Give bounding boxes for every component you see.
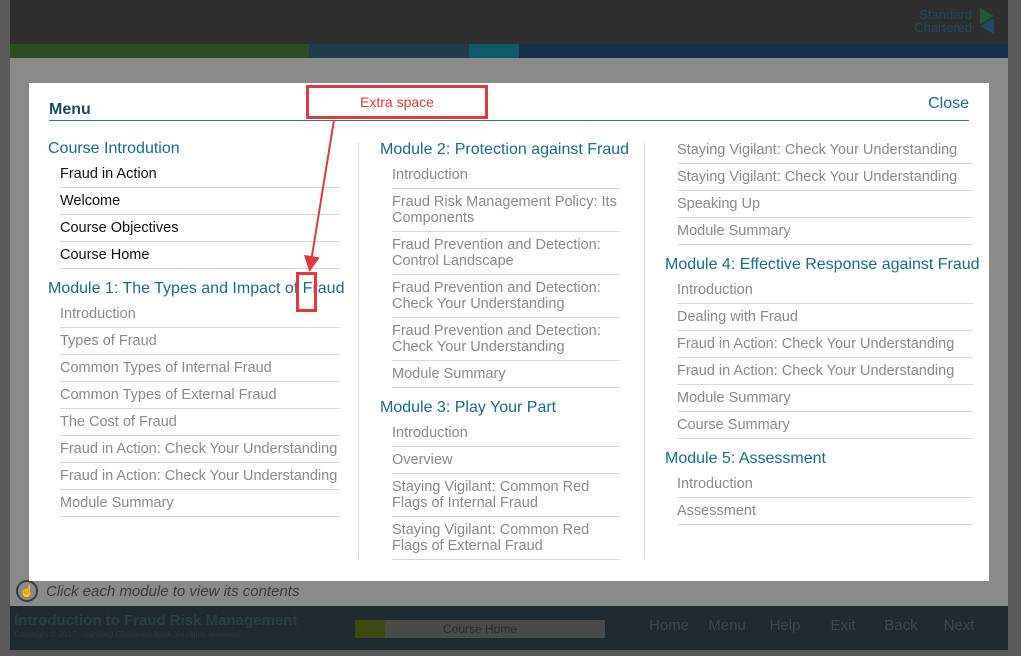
menu-item-dealing-with-fraud[interactable]: Dealing with Fraud: [677, 304, 973, 331]
menu-item-course-summary[interactable]: Course Summary: [677, 412, 973, 439]
menu-item-staying-vigilant-common-red-flags-of-external-fraud[interactable]: Staying Vigilant: Common Red Flags of Ex…: [392, 517, 620, 560]
menu-column-1: Course Introdution Fraud in Action Welcome…: [48, 137, 344, 517]
menu-item-fraud-prevention-and-detection-control-landscape[interactable]: Fraud Prevention and Detection: Control …: [392, 232, 620, 275]
progress-label: Course Home: [442, 622, 518, 636]
menu-divider: [49, 120, 969, 121]
menu-item-module-summary[interactable]: Module Summary: [392, 361, 620, 388]
annotation-highlight-box: [296, 272, 317, 312]
module-heading-module-2-protection-against-fraud[interactable]: Module 2: Protection against Fraud: [380, 138, 629, 162]
app-header: [10, 0, 1008, 44]
menu-item-fraud-prevention-and-detection-check-your-understanding[interactable]: Fraud Prevention and Detection: Check Yo…: [392, 275, 620, 318]
standard-chartered-logo: Standard Chartered: [914, 4, 998, 38]
menu-item-fraud-in-action-check-your-understanding[interactable]: Fraud in Action: Check Your Understandin…: [60, 436, 340, 463]
logo-mark-icon: [980, 8, 994, 34]
nav-help-button[interactable]: Help: [756, 617, 814, 634]
menu-column-3: Staying Vigilant: Check Your Understandi…: [665, 137, 980, 525]
menu-item-course-home[interactable]: Course Home: [60, 242, 340, 269]
menu-column-2: Module 2: Protection against Fraud Introd…: [380, 137, 629, 560]
menu-item-overview[interactable]: Overview: [392, 447, 620, 474]
course-title: Introduction to Fraud Risk Management: [14, 612, 298, 629]
menu-item-fraud-in-action-check-your-understanding[interactable]: Fraud in Action: Check Your Understandin…: [677, 331, 973, 358]
menu-item-introduction[interactable]: Introduction: [677, 277, 973, 304]
module-heading-module-3-play-your-part[interactable]: Module 3: Play Your Part: [380, 396, 629, 420]
menu-item-common-types-of-external-fraud[interactable]: Common Types of External Fraud: [60, 382, 340, 409]
menu-item-speaking-up[interactable]: Speaking Up: [677, 191, 973, 218]
module-heading-module-5-assessment[interactable]: Module 5: Assessment: [665, 447, 980, 471]
menu-item-staying-vigilant-check-your-understanding[interactable]: Staying Vigilant: Check Your Understandi…: [677, 137, 973, 164]
column-separator-2: [644, 143, 645, 559]
column-separator-1: [358, 143, 359, 559]
menu-item-module-summary[interactable]: Module Summary: [677, 218, 973, 245]
menu-item-types-of-fraud[interactable]: Types of Fraud: [60, 328, 340, 355]
logo-line-2: Chartered: [914, 20, 972, 35]
menu-item-fraud-in-action[interactable]: Fraud in Action: [60, 161, 340, 188]
menu-item-introduction[interactable]: Introduction: [677, 471, 973, 498]
menu-item-introduction[interactable]: Introduction: [392, 420, 620, 447]
annotation-callout: Extra space: [306, 85, 488, 119]
menu-item-introduction[interactable]: Introduction: [392, 162, 620, 189]
menu-item-common-types-of-internal-fraud[interactable]: Common Types of Internal Fraud: [60, 355, 340, 382]
menu-dialog: Menu Close Course Introdution Fraud in Ac…: [29, 83, 989, 581]
module-heading-course-introdution[interactable]: Course Introdution: [48, 137, 344, 161]
menu-item-the-cost-of-fraud[interactable]: The Cost of Fraud: [60, 409, 340, 436]
menu-item-course-objectives[interactable]: Course Objectives: [60, 215, 340, 242]
module-heading-module-4-effective-response-against-fraud[interactable]: Module 4: Effective Response against Fra…: [665, 253, 980, 277]
instruction-hint: ☝ Click each module to view its contents: [16, 580, 299, 602]
nav-next-button[interactable]: Next: [930, 617, 988, 634]
nav-menu-button[interactable]: Menu: [698, 617, 756, 634]
menu-item-fraud-in-action-check-your-understanding[interactable]: Fraud in Action: Check Your Understandin…: [60, 463, 340, 490]
menu-item-assessment[interactable]: Assessment: [677, 498, 973, 525]
menu-item-staying-vigilant-check-your-understanding[interactable]: Staying Vigilant: Check Your Understandi…: [677, 164, 973, 191]
footer-nav: Home Menu Help Exit Back Next: [640, 617, 988, 634]
header-color-stripe: [10, 44, 1008, 58]
menu-item-fraud-prevention-and-detection-check-your-understanding[interactable]: Fraud Prevention and Detection: Check Yo…: [392, 318, 620, 361]
menu-title: Menu: [49, 101, 91, 118]
nav-home-button[interactable]: Home: [640, 617, 698, 634]
menu-item-fraud-in-action-check-your-understanding[interactable]: Fraud in Action: Check Your Understandin…: [677, 358, 973, 385]
pointer-icon: ☝: [16, 580, 38, 602]
menu-item-welcome[interactable]: Welcome: [60, 188, 340, 215]
menu-item-module-summary[interactable]: Module Summary: [60, 490, 340, 517]
copyright-text: Copyright © 2017, Standard Chartered Ban…: [14, 630, 242, 639]
menu-item-fraud-risk-management-policy-its-components[interactable]: Fraud Risk Management Policy: Its Compon…: [392, 189, 620, 232]
nav-exit-button[interactable]: Exit: [814, 617, 872, 634]
nav-back-button[interactable]: Back: [872, 617, 930, 634]
menu-item-module-summary[interactable]: Module Summary: [677, 385, 973, 412]
hint-text: Click each module to view its contents: [46, 582, 300, 600]
menu-item-staying-vigilant-common-red-flags-of-internal-fraud[interactable]: Staying Vigilant: Common Red Flags of In…: [392, 474, 620, 517]
close-button[interactable]: Close: [928, 95, 969, 113]
